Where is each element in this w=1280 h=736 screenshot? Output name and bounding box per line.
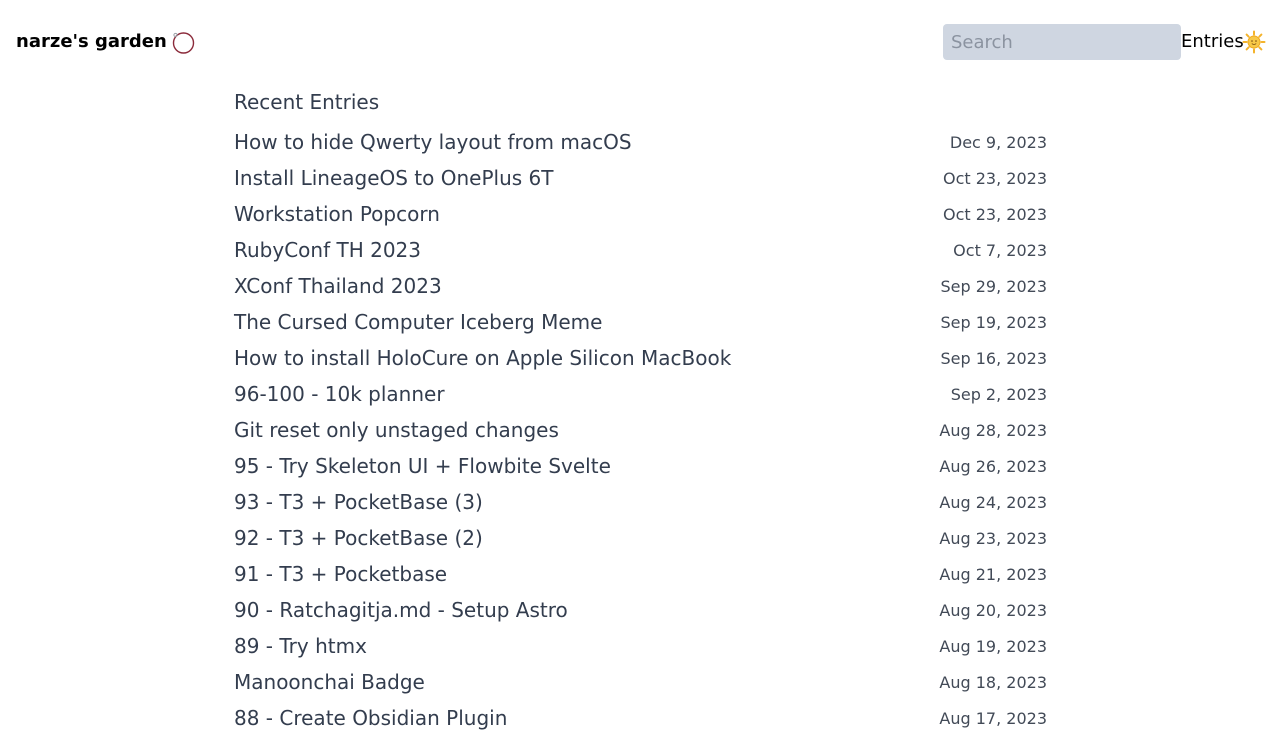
entry-link[interactable]: 96-100 - 10k planner xyxy=(234,382,445,406)
entry-link[interactable]: 90 - Ratchagitja.md - Setup Astro xyxy=(234,598,568,622)
list-item: The Cursed Computer Iceberg Meme Sep 19,… xyxy=(234,304,1047,340)
list-item: 95 - Try Skeleton UI + Flowbite Svelte A… xyxy=(234,448,1047,484)
list-item: 91 - T3 + Pocketbase Aug 21, 2023 xyxy=(234,556,1047,592)
entry-link[interactable]: 95 - Try Skeleton UI + Flowbite Svelte xyxy=(234,454,611,478)
list-item: 89 - Try htmx Aug 19, 2023 xyxy=(234,628,1047,664)
list-item: 96-100 - 10k planner Sep 2, 2023 xyxy=(234,376,1047,412)
entry-date: Aug 26, 2023 xyxy=(939,456,1047,476)
site-header: narze's garden Entries xyxy=(0,0,1280,84)
entry-date: Sep 16, 2023 xyxy=(940,348,1048,368)
entry-link[interactable]: 88 - Create Obsidian Plugin xyxy=(234,706,507,730)
list-item: 90 - Ratchagitja.md - Setup Astro Aug 20… xyxy=(234,592,1047,628)
entry-date: Aug 18, 2023 xyxy=(939,672,1047,692)
entry-link[interactable]: RubyConf TH 2023 xyxy=(234,238,421,262)
entry-link[interactable]: How to hide Qwerty layout from macOS xyxy=(234,130,632,154)
entry-date: Oct 23, 2023 xyxy=(943,168,1047,188)
nav-entries-link[interactable]: Entries xyxy=(1181,29,1244,55)
entry-link[interactable]: 91 - T3 + Pocketbase xyxy=(234,562,447,586)
entry-link[interactable]: Workstation Popcorn xyxy=(234,202,440,226)
list-item: Install LineageOS to OnePlus 6T Oct 23, … xyxy=(234,160,1047,196)
list-item: 88 - Create Obsidian Plugin Aug 17, 2023 xyxy=(234,700,1047,736)
entry-date: Dec 9, 2023 xyxy=(949,132,1047,152)
site-home-link[interactable]: narze's garden xyxy=(16,29,195,55)
list-item: RubyConf TH 2023 Oct 7, 2023 xyxy=(234,232,1047,268)
list-item: Git reset only unstaged changes Aug 28, … xyxy=(234,412,1047,448)
entry-date: Aug 24, 2023 xyxy=(939,492,1047,512)
entry-date: Aug 23, 2023 xyxy=(939,528,1047,548)
list-item: 93 - T3 + PocketBase (3) Aug 24, 2023 xyxy=(234,484,1047,520)
entry-link[interactable]: XConf Thailand 2023 xyxy=(234,274,442,298)
entry-date: Sep 2, 2023 xyxy=(950,384,1047,404)
entry-date: Aug 17, 2023 xyxy=(939,708,1047,728)
entry-date: Oct 7, 2023 xyxy=(953,240,1047,260)
entry-link[interactable]: 92 - T3 + PocketBase (2) xyxy=(234,526,483,550)
entry-link[interactable]: 93 - T3 + PocketBase (3) xyxy=(234,490,483,514)
sun-emoji-icon[interactable] xyxy=(1242,30,1266,54)
list-item: 92 - T3 + PocketBase (2) Aug 23, 2023 xyxy=(234,520,1047,556)
entries-list: How to hide Qwerty layout from macOS Dec… xyxy=(234,124,1047,736)
entry-date: Aug 19, 2023 xyxy=(939,636,1047,656)
entry-link[interactable]: 89 - Try htmx xyxy=(234,634,367,658)
entry-date: Aug 28, 2023 xyxy=(939,420,1047,440)
list-item: Workstation Popcorn Oct 23, 2023 xyxy=(234,196,1047,232)
list-item: How to hide Qwerty layout from macOS Dec… xyxy=(234,124,1047,160)
recent-entries-heading: Recent Entries xyxy=(234,90,380,114)
entry-date: Sep 29, 2023 xyxy=(940,276,1048,296)
entry-link[interactable]: Git reset only unstaged changes xyxy=(234,418,559,442)
entry-date: Sep 19, 2023 xyxy=(940,312,1048,332)
entry-link[interactable]: Install LineageOS to OnePlus 6T xyxy=(234,166,553,190)
entry-link[interactable]: The Cursed Computer Iceberg Meme xyxy=(234,310,602,334)
list-item: How to install HoloCure on Apple Silicon… xyxy=(234,340,1047,376)
ring-logo-icon xyxy=(171,30,195,54)
search-input[interactable] xyxy=(943,24,1181,60)
site-title: narze's garden xyxy=(16,31,167,52)
entry-date: Oct 23, 2023 xyxy=(943,204,1047,224)
entry-link[interactable]: Manoonchai Badge xyxy=(234,670,425,694)
entry-date: Aug 20, 2023 xyxy=(939,600,1047,620)
entry-date: Aug 21, 2023 xyxy=(939,564,1047,584)
main-content: Recent Entries How to hide Qwerty layout… xyxy=(234,88,1047,736)
list-item: Manoonchai Badge Aug 18, 2023 xyxy=(234,664,1047,700)
list-item: XConf Thailand 2023 Sep 29, 2023 xyxy=(234,268,1047,304)
entry-link[interactable]: How to install HoloCure on Apple Silicon… xyxy=(234,346,731,370)
